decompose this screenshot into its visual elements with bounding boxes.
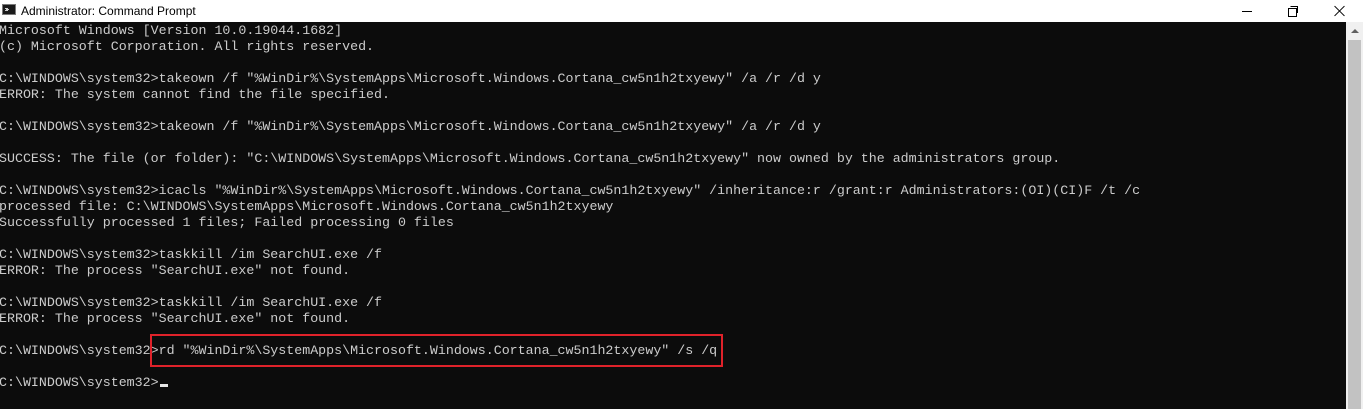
prompt-line[interactable]: C:\WINDOWS\system32> [0, 375, 168, 391]
close-icon [1334, 5, 1346, 17]
command-prompt-icon[interactable] [2, 4, 16, 15]
console-output[interactable]: Microsoft Windows [Version 10.0.19044.16… [0, 22, 1346, 409]
console-line: ERROR: The process "SearchUI.exe" not fo… [0, 263, 351, 278]
command-highlight-box [150, 334, 723, 367]
text-cursor [159, 384, 168, 387]
console-line: SUCCESS: The file (or folder): "C:\WINDO… [0, 151, 1061, 166]
console-line: C:\WINDOWS\system32>taskkill /im SearchU… [0, 295, 383, 310]
window-title: Administrator: Command Prompt [21, 4, 196, 18]
console-line: C:\WINDOWS\system32>icacls "%WinDir%\Sys… [0, 183, 1141, 198]
console-line: C:\WINDOWS\system32>takeown /f "%WinDir%… [0, 71, 821, 86]
command-prompt-window: Administrator: Command Prompt Microsoft … [0, 0, 1363, 409]
console-line: C:\WINDOWS\system32>taskkill /im SearchU… [0, 247, 383, 262]
console-line: (c) Microsoft Corporation. All rights re… [0, 39, 375, 54]
current-prompt: C:\WINDOWS\system32> [0, 375, 159, 390]
console-line: C:\WINDOWS\system32>takeown /f "%WinDir%… [0, 119, 821, 134]
title-bar[interactable]: Administrator: Command Prompt [0, 0, 1363, 22]
console-line: Successfully processed 1 files; Failed p… [0, 215, 454, 230]
console-line: ERROR: The system cannot find the file s… [0, 87, 390, 102]
scrollbar-thumb[interactable] [1348, 40, 1361, 409]
scroll-up-button[interactable] [1346, 22, 1363, 39]
vertical-scrollbar[interactable] [1346, 22, 1363, 409]
console-line: Microsoft Windows [Version 10.0.19044.16… [0, 23, 343, 38]
close-button[interactable] [1317, 0, 1363, 22]
console-line: processed file: C:\WINDOWS\SystemApps\Mi… [0, 199, 614, 214]
scroll-up-arrow-icon [1350, 28, 1359, 33]
console-line: ERROR: The process "SearchUI.exe" not fo… [0, 311, 351, 326]
restore-button[interactable] [1270, 0, 1316, 22]
minimize-button[interactable] [1224, 0, 1270, 22]
restore-icon [1288, 6, 1298, 17]
minimize-icon [1242, 10, 1252, 12]
